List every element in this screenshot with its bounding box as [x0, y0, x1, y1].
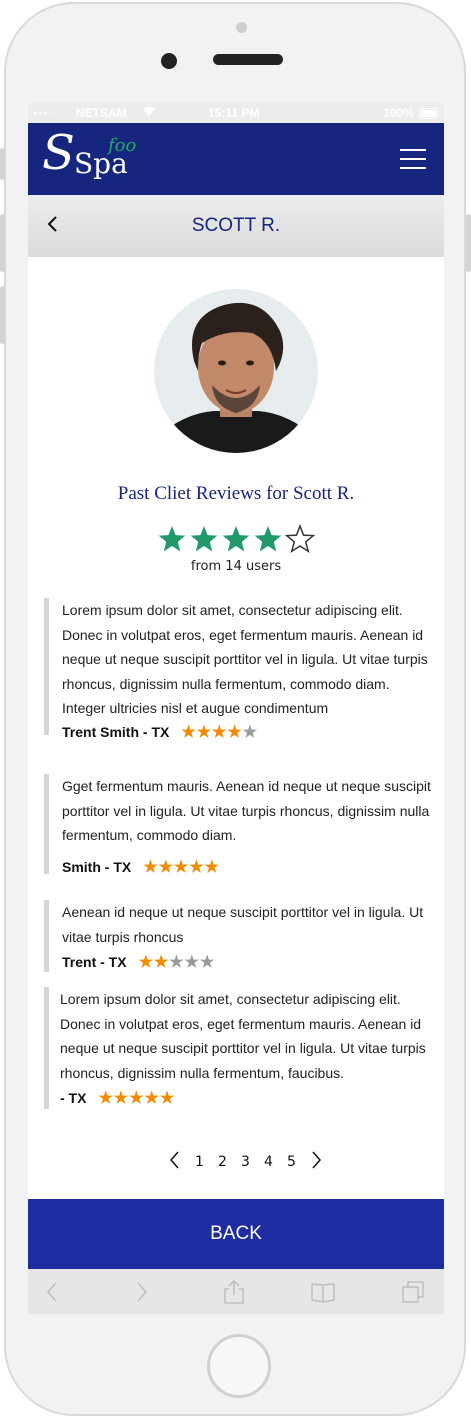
review-author: Trent Smith - TX: [62, 723, 170, 740]
status-bar: ●●●○○ NETSAM 15:11 PM 100%: [28, 103, 444, 123]
star-filled-icon: ★: [196, 723, 213, 741]
tabs-icon[interactable]: [400, 1279, 426, 1305]
star-filled-icon: ★: [189, 858, 205, 876]
battery-icon: [419, 108, 438, 119]
home-button[interactable]: [207, 1334, 271, 1398]
volume-down-button: [0, 286, 5, 344]
star-filled-icon: ★: [212, 723, 228, 741]
mute-switch: [0, 148, 5, 180]
front-camera: [161, 53, 177, 69]
logo-letter: S: [42, 125, 75, 181]
star-filled-icon: ★: [144, 1090, 160, 1107]
earpiece-speaker: [213, 54, 283, 65]
review-item: Lorem ipsum dolor sit amet, consectetur …: [44, 987, 432, 1109]
review-stars: ★★★★★: [98, 1088, 175, 1108]
battery-percent: 100%: [383, 106, 414, 120]
hamburger-menu-icon[interactable]: [400, 149, 426, 169]
star-filled-icon: ★: [153, 954, 170, 971]
star-filled-icon: ★: [159, 1090, 176, 1107]
volume-up-button: [0, 214, 5, 272]
star-filled-icon: ★: [181, 723, 197, 741]
reviews-heading: Past Cliet Reviews for Scott R.: [117, 483, 355, 504]
spafoo-logo[interactable]: S Spa foo: [42, 125, 172, 189]
review-text: Lorem ipsum dolor sit amet, consectetur …: [60, 991, 426, 1081]
status-time: 15:11 PM: [208, 106, 260, 120]
star-filled-icon: ★: [98, 1090, 114, 1107]
star-filled-icon: [190, 526, 218, 552]
star-filled-icon: [254, 526, 282, 552]
review-text: Gget fermentum mauris. Aenean id neque u…: [62, 778, 431, 843]
star-filled-icon: [222, 526, 250, 552]
page-link[interactable]: 1: [188, 1154, 211, 1170]
star-empty-icon: ★: [184, 954, 200, 971]
signal-icon: ●●●○○: [33, 110, 60, 117]
proximity-sensor: [236, 22, 247, 33]
logo-accent: foo: [108, 135, 137, 156]
star-filled-icon: ★: [129, 1090, 145, 1107]
browser-toolbar: [28, 1269, 444, 1314]
star-empty-icon: ★: [242, 723, 259, 741]
book-icon[interactable]: [310, 1279, 336, 1305]
star-filled-icon: ★: [204, 858, 220, 876]
review-item: Lorem ipsum dolor sit amet, consectetur …: [44, 598, 432, 741]
star-filled-icon: ★: [138, 954, 154, 971]
review-author: - TX: [60, 1090, 87, 1106]
page-link[interactable]: 5: [280, 1154, 303, 1170]
review-stars: ★★★★★: [143, 857, 220, 877]
star-empty-icon: [284, 524, 316, 554]
app-screen: ●●●○○ NETSAM 15:11 PM 100% S Spa foo SCO…: [28, 103, 444, 1314]
review-text: Lorem ipsum dolor sit amet, consectetur …: [62, 602, 428, 716]
back-button[interactable]: BACK: [28, 1199, 444, 1269]
star-filled-icon: ★: [158, 858, 174, 876]
page-link[interactable]: 3: [234, 1154, 257, 1170]
pagination: 1 2 3 4 5: [168, 1151, 329, 1173]
page-header: SCOTT R.: [28, 195, 444, 257]
review-author: Trent - TX: [62, 954, 127, 970]
review-text: Aenean id neque ut neque suscipit portti…: [62, 904, 424, 945]
star-filled-icon: ★: [113, 1090, 130, 1107]
profile-avatar: [154, 289, 318, 453]
chevron-right-icon[interactable]: [309, 1150, 329, 1174]
review-item: Aenean id neque ut neque suscipit portti…: [44, 900, 432, 972]
browser-back-icon[interactable]: [40, 1279, 66, 1305]
wifi-icon: [142, 105, 156, 120]
share-icon[interactable]: [221, 1279, 247, 1305]
carrier-name: NETSAM: [76, 106, 127, 120]
star-filled-icon: ★: [173, 858, 190, 876]
page-title: SCOTT R.: [191, 215, 281, 236]
review-stars: ★★★★★: [181, 722, 258, 742]
review-item: Gget fermentum mauris. Aenean id neque u…: [44, 774, 432, 877]
review-author: Smith - TX: [62, 858, 132, 875]
star-empty-icon: ★: [169, 954, 185, 971]
rating-count: from 14 users: [190, 559, 282, 574]
overall-rating-stars: [158, 524, 316, 554]
browser-forward-icon[interactable]: [128, 1279, 154, 1305]
star-filled-icon: [158, 526, 186, 552]
chevron-left-icon[interactable]: [168, 1150, 188, 1174]
power-button: [466, 214, 471, 272]
page-link[interactable]: 4: [257, 1154, 280, 1170]
top-navbar: S Spa foo: [28, 123, 444, 195]
star-empty-icon: ★: [199, 954, 216, 971]
star-filled-icon: ★: [227, 723, 243, 741]
review-stars: ★★★★★: [139, 952, 216, 972]
star-filled-icon: ★: [143, 858, 159, 876]
page-link[interactable]: 2: [211, 1154, 234, 1170]
